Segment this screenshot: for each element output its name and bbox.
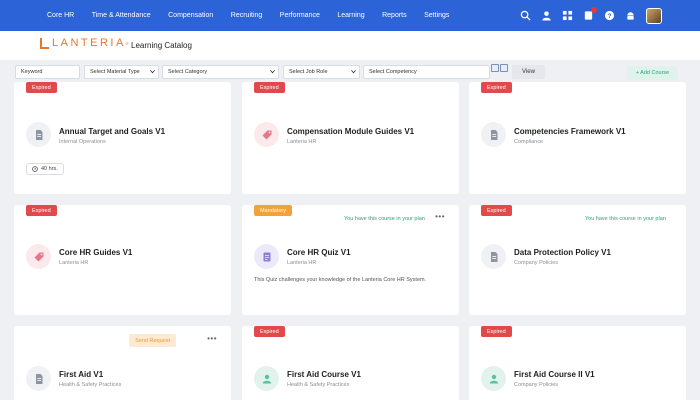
expired-badge: Expired	[481, 205, 512, 216]
job-role-value: Select Job Role	[289, 69, 328, 75]
in-plan-note: You have this course in your plan	[344, 216, 425, 222]
keyword-input[interactable]: Keyword	[15, 65, 80, 79]
nav-item-settings[interactable]: Settings	[424, 12, 449, 19]
expired-badge: Expired	[254, 82, 285, 93]
job-role-select[interactable]: Select Job Role	[283, 65, 360, 79]
course-category: Lanteria HR	[287, 139, 317, 145]
course-category: Company Policies	[514, 382, 559, 388]
logo-registered-mark: ®	[125, 40, 129, 46]
course-title[interactable]: First Aid Course II V1	[514, 370, 595, 379]
tag-icon	[254, 122, 279, 147]
lanteria-logo[interactable]: LANTERIA ®	[40, 37, 129, 49]
quiz-icon	[254, 244, 279, 269]
course-card[interactable]: Expired You have this course in your pla…	[469, 205, 686, 315]
logo-text: LANTERIA	[52, 37, 126, 49]
nav-menu: Core HR Time & Attendance Compensation R…	[47, 0, 467, 31]
expired-badge: Expired	[26, 82, 57, 93]
page-header: LANTERIA ® Learning Catalog	[0, 31, 700, 60]
course-title[interactable]: Data Protection Policy V1	[514, 248, 611, 257]
course-category: Lanteria HR	[59, 260, 89, 266]
grid-view-icon[interactable]	[491, 64, 499, 72]
nav-item-reports[interactable]: Reports	[382, 12, 407, 19]
course-card[interactable]: Send Request ••• First Aid V1 Health & S…	[14, 326, 231, 400]
course-title[interactable]: Core HR Quiz V1	[287, 248, 351, 257]
logo-mark-icon	[40, 37, 49, 49]
course-description: This Quiz challenges your knowledge of t…	[254, 277, 427, 283]
person-icon	[481, 366, 506, 391]
chevron-down-icon	[270, 69, 275, 74]
list-view-icon[interactable]	[500, 64, 508, 72]
course-category: Health & Safety Practices	[287, 382, 350, 388]
add-course-button[interactable]: + Add Course	[627, 66, 678, 80]
course-card[interactable]: Expired First Aid Course II V1 Company P…	[469, 326, 686, 400]
send-request-button[interactable]: Send Request	[129, 334, 176, 347]
course-card[interactable]: Expired Competencies Framework V1 Compli…	[469, 82, 686, 194]
nav-item-core-hr[interactable]: Core HR	[47, 12, 74, 19]
course-title[interactable]: Core HR Guides V1	[59, 248, 132, 257]
expired-badge: Expired	[254, 326, 285, 337]
expired-badge: Expired	[26, 205, 57, 216]
more-options-icon[interactable]: •••	[207, 334, 217, 343]
nav-item-learning[interactable]: Learning	[337, 12, 364, 19]
tag-icon	[26, 244, 51, 269]
chevron-down-icon	[351, 69, 356, 74]
course-category: Health & Safety Practices	[59, 382, 122, 388]
duration-chip: 40 hrs.	[26, 163, 64, 175]
android-icon[interactable]	[625, 10, 636, 21]
mandatory-badge: Mandatory	[254, 205, 292, 216]
course-card[interactable]: Expired First Aid Course V1 Health & Saf…	[242, 326, 459, 400]
page-title: Learning Catalog	[131, 41, 192, 50]
search-icon[interactable]	[520, 10, 531, 21]
category-value: Select Category	[168, 69, 208, 75]
person-icon	[254, 366, 279, 391]
nav-item-compensation[interactable]: Compensation	[168, 12, 213, 19]
course-title[interactable]: First Aid V1	[59, 370, 103, 379]
keyword-input-placeholder: Keyword	[21, 69, 43, 75]
nav-item-performance[interactable]: Performance	[280, 12, 320, 19]
duration-value: 40 hrs.	[41, 166, 58, 172]
course-card[interactable]: Mandatory You have this course in your p…	[242, 205, 459, 315]
nav-item-recruiting[interactable]: Recruiting	[231, 12, 263, 19]
clock-icon	[32, 166, 38, 172]
category-select[interactable]: Select Category	[162, 65, 279, 79]
competency-value: Select Competency	[369, 69, 417, 75]
nav-toolbar: ?	[520, 0, 700, 31]
top-nav: Core HR Time & Attendance Compensation R…	[0, 0, 700, 31]
notifications-icon[interactable]	[583, 7, 597, 21]
course-card[interactable]: Expired Annual Target and Goals V1 Inter…	[14, 82, 231, 194]
avatar[interactable]	[646, 7, 662, 24]
course-title[interactable]: Compensation Module Guides V1	[287, 127, 414, 136]
course-title[interactable]: Competencies Framework V1	[514, 127, 626, 136]
document-icon	[26, 366, 51, 391]
document-icon	[481, 122, 506, 147]
course-card[interactable]: Expired Compensation Module Guides V1 La…	[242, 82, 459, 194]
in-plan-note: You have this course in your plan	[585, 216, 666, 222]
course-card[interactable]: Expired Core HR Guides V1 Lanteria HR	[14, 205, 231, 315]
more-options-icon[interactable]: •••	[435, 212, 445, 221]
course-category: Company Policies	[514, 260, 559, 266]
course-category: Internal Operations	[59, 139, 106, 145]
notification-badge	[591, 7, 597, 13]
user-icon[interactable]	[541, 10, 552, 21]
material-type-select[interactable]: Select Material Type	[84, 65, 159, 79]
view-mode-toggle[interactable]	[491, 64, 509, 74]
course-title[interactable]: First Aid Course V1	[287, 370, 361, 379]
expired-badge: Expired	[481, 82, 512, 93]
competency-select[interactable]: Select Competency	[363, 65, 490, 79]
document-icon	[481, 244, 506, 269]
expired-badge: Expired	[481, 326, 512, 337]
help-icon[interactable]: ?	[604, 10, 615, 21]
view-button[interactable]: View	[512, 65, 545, 79]
course-category: Compliance	[514, 139, 544, 145]
course-category: Lanteria HR	[287, 260, 317, 266]
course-title[interactable]: Annual Target and Goals V1	[59, 127, 165, 136]
nav-item-time-attendance[interactable]: Time & Attendance	[92, 12, 151, 19]
document-icon	[26, 122, 51, 147]
chevron-down-icon	[150, 69, 155, 74]
svg-text:?: ?	[608, 13, 612, 20]
apps-grid-icon[interactable]	[562, 10, 573, 21]
material-type-value: Select Material Type	[90, 69, 140, 75]
